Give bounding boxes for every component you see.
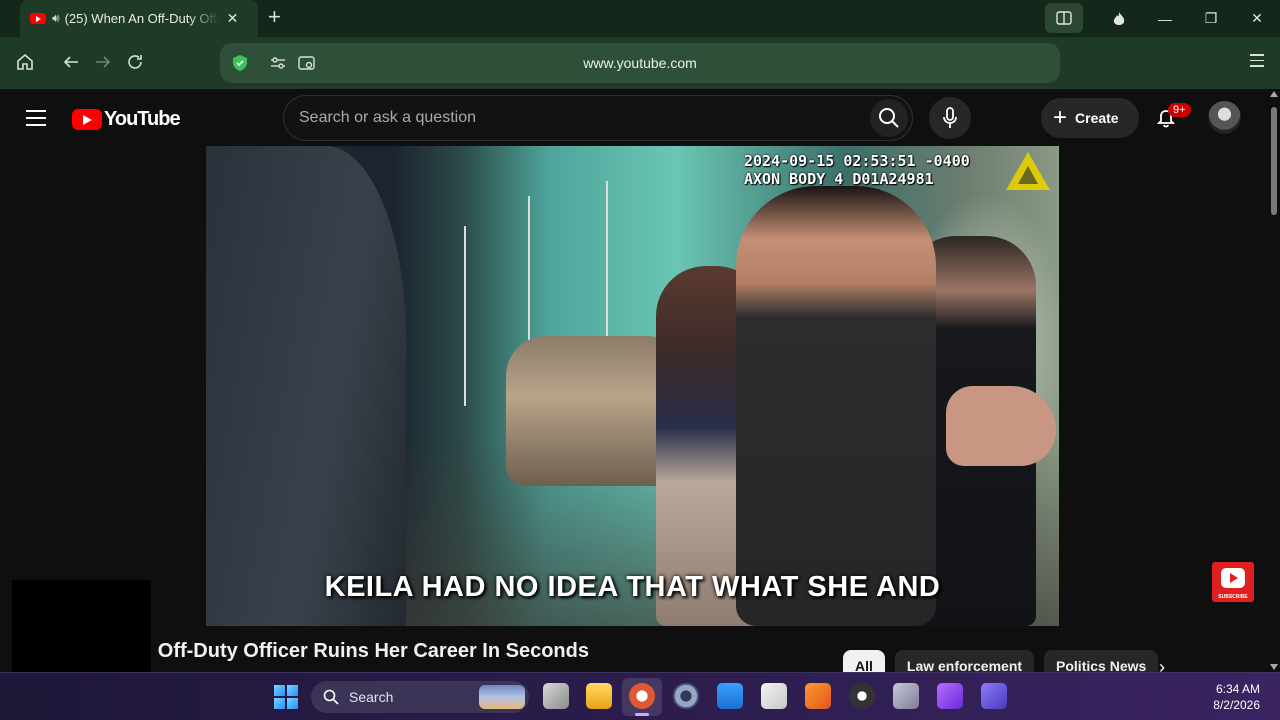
active-app-indicator	[635, 713, 649, 716]
youtube-play-icon	[1221, 568, 1245, 588]
guide-menu-icon[interactable]	[26, 110, 46, 131]
scroll-up-icon[interactable]	[1270, 91, 1278, 97]
bodycam-timestamp: 2024-09-15 02:53:51 -0400 AXON BODY 4 D0…	[744, 152, 970, 188]
account-avatar[interactable]	[1208, 101, 1241, 134]
browser-toolbar: www.youtube.com	[0, 37, 1280, 89]
flagpole	[464, 226, 466, 406]
video-scene-person	[736, 186, 936, 626]
scrollbar-thumb[interactable]	[1271, 107, 1277, 215]
taskbar-search-label: Search	[349, 689, 394, 705]
search-input[interactable]	[299, 96, 859, 140]
video-scene-officer	[206, 146, 406, 626]
search-icon	[879, 108, 899, 128]
youtube-favicon-icon	[30, 13, 46, 24]
back-button[interactable]	[60, 51, 82, 73]
search-button[interactable]	[870, 99, 908, 137]
taskbar-search[interactable]: Search	[311, 681, 529, 713]
start-button-windows-icon[interactable]	[274, 685, 298, 709]
split-view-button[interactable]	[1045, 3, 1083, 33]
new-tab-button[interactable]: +	[268, 6, 281, 28]
tab-close-icon[interactable]: ✕	[227, 10, 239, 27]
speaker-icon[interactable]: 🔊︎	[52, 11, 60, 26]
address-bar[interactable]: www.youtube.com	[220, 43, 1060, 83]
task-view-icon[interactable]	[543, 683, 569, 709]
youtube-logo-text: YouTube	[104, 108, 181, 130]
page-scrollbar[interactable]	[1268, 89, 1280, 672]
browser-tab-active[interactable]: 🔊︎ (25) When An Off-Duty Officer Ruins H…	[20, 0, 258, 37]
youtube-play-icon	[72, 109, 102, 130]
close-window-button[interactable]: ✕	[1234, 0, 1280, 37]
search-icon	[323, 689, 339, 705]
back-arrow-icon	[63, 56, 78, 68]
youtube-header: YouTube + Create 9+	[0, 89, 1268, 146]
snipping-tool-icon[interactable]	[761, 683, 787, 709]
youtube-logo[interactable]: YouTube	[72, 108, 181, 131]
axon-logo-icon	[1006, 152, 1050, 190]
bodycam-timestamp-line1: 2024-09-15 02:53:51 -0400	[744, 152, 970, 170]
file-explorer-icon[interactable]	[586, 683, 612, 709]
reload-button[interactable]	[124, 51, 146, 73]
obs-studio-icon[interactable]	[849, 683, 875, 709]
video-scene-hand	[946, 386, 1056, 466]
calculator-icon[interactable]	[893, 683, 919, 709]
duckduckgo-browser-icon[interactable]	[629, 683, 655, 709]
subscribe-watermark[interactable]: SUBSCRIBE	[1212, 562, 1254, 602]
browser-tab-bar: 🔊︎ (25) When An Off-Duty Officer Ruins H…	[0, 0, 1280, 37]
restore-button[interactable]: ❐	[1188, 0, 1234, 37]
taskbar-clock[interactable]: 6:34 AM 8/2/2026	[1190, 681, 1260, 713]
search-highlight-image	[479, 685, 525, 709]
notification-count-badge: 9+	[1168, 103, 1191, 117]
windows-taskbar: Search 6:34 AM 8/2/2026	[0, 672, 1280, 720]
bodycam-timestamp-line2: AXON BODY 4 D01A24981	[744, 170, 934, 188]
subscribe-watermark-text: SUBSCRIBE	[1218, 594, 1248, 600]
settings-gear-icon[interactable]	[673, 683, 699, 709]
search-bar	[283, 95, 913, 141]
forward-arrow-icon	[96, 56, 111, 68]
home-button[interactable]	[14, 51, 36, 73]
browser-menu-icon[interactable]	[1250, 54, 1264, 71]
create-button[interactable]: + Create	[1041, 98, 1139, 138]
plus-icon: +	[1053, 104, 1068, 131]
minimize-button[interactable]: —	[1142, 0, 1188, 37]
tab-title: (25) When An Off-Duty Officer Ruins Her …	[64, 11, 219, 26]
fl-studio-icon[interactable]	[805, 683, 831, 709]
clipchamp-icon[interactable]	[937, 683, 963, 709]
video-player-area: 2024-09-15 02:53:51 -0400 AXON BODY 4 D0…	[0, 146, 1268, 626]
forward-button[interactable]	[92, 51, 114, 73]
clock-date: 8/2/2026	[1213, 698, 1260, 712]
url-text[interactable]: www.youtube.com	[220, 43, 1060, 83]
scroll-down-icon[interactable]	[1270, 664, 1278, 670]
create-label: Create	[1075, 110, 1119, 126]
video-player[interactable]: 2024-09-15 02:53:51 -0400 AXON BODY 4 D0…	[206, 146, 1059, 626]
voice-search-button[interactable]	[929, 97, 971, 139]
home-icon	[17, 53, 33, 70]
clock-time: 6:34 AM	[1215, 682, 1260, 696]
flame-icon	[1113, 11, 1125, 25]
video-title: n Off-Duty Officer Ruins Her Career In S…	[140, 640, 589, 662]
video-caption: KEILA HAD NO IDEA THAT WHAT SHE AND	[324, 571, 941, 603]
reload-icon	[128, 55, 142, 69]
split-view-icon	[1056, 11, 1072, 25]
flame-button[interactable]	[1096, 0, 1142, 37]
notepad-icon[interactable]	[717, 683, 743, 709]
notes-app-icon[interactable]	[981, 683, 1007, 709]
microphone-icon	[943, 107, 957, 128]
